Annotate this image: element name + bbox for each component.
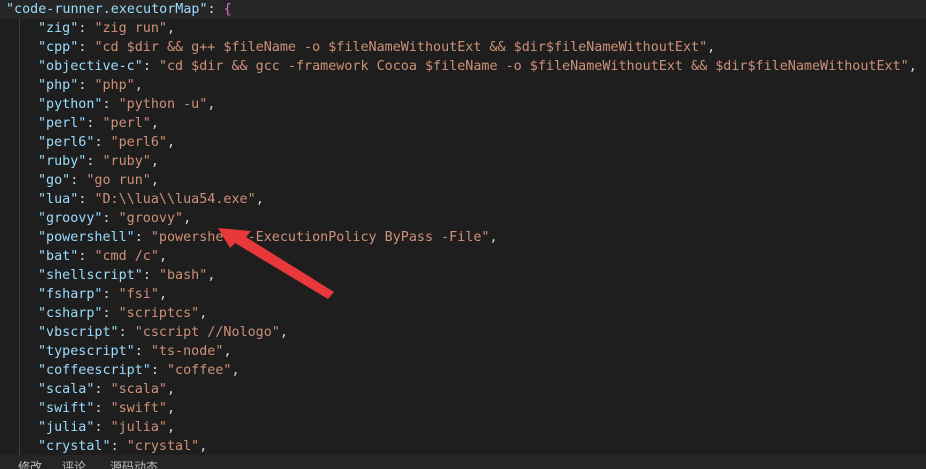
bottom-tab-bar: 修改 评论 源码动态 [0, 455, 926, 469]
tab-source-activity[interactable]: 源码动态 [110, 460, 158, 469]
arrow-shape [218, 228, 334, 299]
red-arrow-annotation [218, 228, 334, 299]
tab-changes[interactable]: 修改 [18, 460, 42, 469]
tab-comments[interactable]: 评论 [62, 460, 86, 469]
